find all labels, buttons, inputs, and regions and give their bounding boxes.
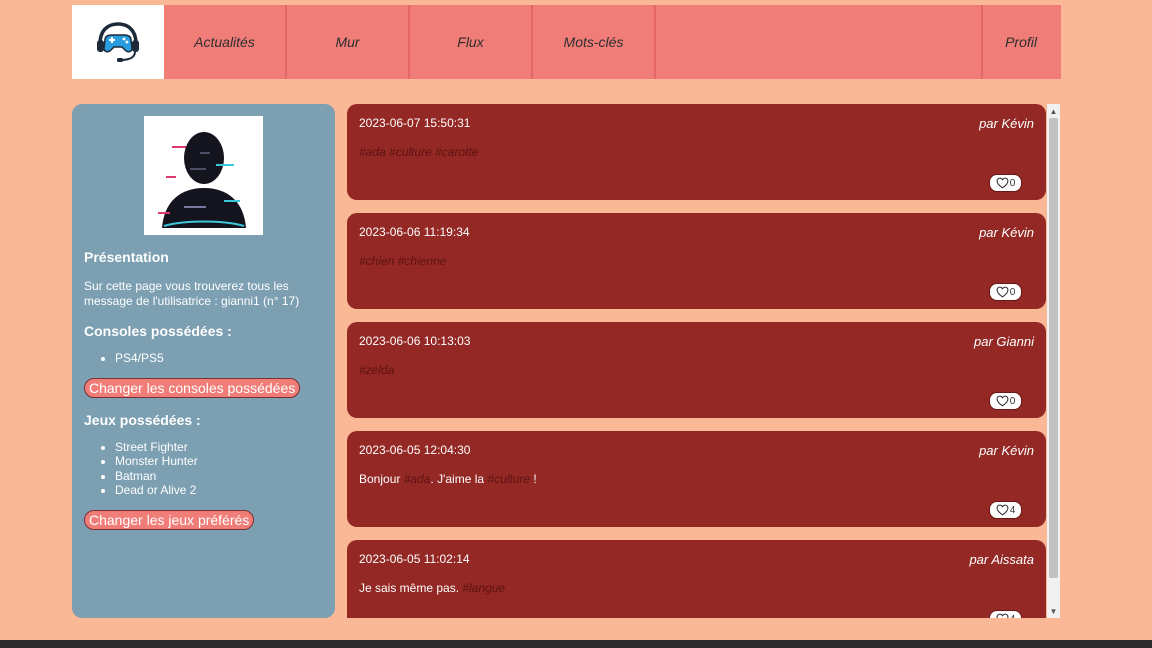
top-navigation-bar: Actualités Mur Flux Mots-clés Profil [72,5,1061,79]
hashtag-link[interactable]: #culture [389,145,432,159]
hashtag-link[interactable]: #culture [487,472,530,486]
hashtag-link[interactable]: #chien [359,254,394,268]
post-text: Je sais même pas. [359,581,463,595]
change-consoles-button[interactable]: Changer les consoles possédées [84,377,301,398]
post-text: Bonjour [359,472,404,486]
post-text: ! [530,472,537,486]
like-count: 0 [1009,177,1016,189]
nav-mur[interactable]: Mur [287,5,410,79]
post-author[interactable]: par Kévin [979,225,1034,240]
post-body: Bonjour #ada. J'aime la #culture ! [359,472,537,486]
nav-mots-cles[interactable]: Mots-clés [533,5,656,79]
hashtag-link[interactable]: #zelda [359,363,394,377]
like-button[interactable]: 0 [989,283,1022,301]
list-item: PS4/PS5 [115,351,323,366]
consoles-list: PS4/PS5 [84,351,323,366]
like-count: 4 [1009,504,1016,516]
user-avatar [144,116,263,235]
heart-icon [996,177,1009,189]
list-item: Monster Hunter [115,454,323,469]
nav-profil[interactable]: Profil [983,5,1061,79]
avatar-silhouette-image [158,132,246,228]
post-card: 2023-06-05 12:04:30 par Kévin Bonjour #a… [347,431,1046,527]
hashtag-link[interactable]: #carotte [435,145,478,159]
consoles-heading: Consoles possédées : [84,323,232,339]
heart-icon [996,613,1009,618]
post-date: 2023-06-07 15:50:31 [359,116,471,130]
nav-spacer [656,5,983,79]
list-item: Street Fighter [115,440,323,455]
post-date: 2023-06-06 11:19:34 [359,225,470,239]
post-author[interactable]: par Aissata [969,552,1034,567]
user-sidebar: Présentation Sur cette page vous trouver… [72,104,335,618]
like-button[interactable]: 4 [989,610,1022,618]
heart-icon [996,286,1009,298]
post-text: . J'aime la [430,472,488,486]
presentation-heading: Présentation [84,249,169,265]
scroll-up-arrow-icon[interactable]: ▲ [1047,104,1060,118]
change-games-button[interactable]: Changer les jeux préférés [84,509,255,530]
post-date: 2023-06-05 11:02:14 [359,552,470,566]
post-body: #chien #chienne [359,254,446,268]
heart-icon [996,504,1009,516]
list-item: Dead or Alive 2 [115,483,323,498]
post-card: 2023-06-05 11:02:14 par Aissata Je sais … [347,540,1046,618]
post-date: 2023-06-05 12:04:30 [359,443,471,457]
feed-scrollbar[interactable]: ▲ ▼ [1047,104,1060,618]
post-card: 2023-06-06 10:13:03 par Gianni #zelda 0 [347,322,1046,418]
post-author[interactable]: par Gianni [974,334,1034,349]
posts-feed: 2023-06-07 15:50:31 par Kévin #ada #cult… [347,104,1047,618]
post-author[interactable]: par Kévin [979,443,1034,458]
like-button[interactable]: 4 [989,501,1022,519]
games-heading: Jeux possédées : [84,411,201,428]
like-count: 0 [1009,286,1016,298]
hashtag-link[interactable]: #langue [462,581,505,595]
like-button[interactable]: 0 [989,174,1022,192]
like-button[interactable]: 0 [989,392,1022,410]
list-item: Batman [115,469,323,484]
post-body: #zelda [359,363,394,377]
post-author[interactable]: par Kévin [979,116,1034,131]
page-footer [0,640,1152,648]
post-card: 2023-06-07 15:50:31 par Kévin #ada #cult… [347,104,1046,200]
heart-icon [996,395,1009,407]
hashtag-link[interactable]: #ada [404,472,431,486]
post-body: Je sais même pas. #langue [359,581,505,595]
nav-flux[interactable]: Flux [410,5,533,79]
games-list: Street Fighter Monster Hunter Batman Dea… [84,440,323,498]
post-card: 2023-06-06 11:19:34 par Kévin #chien #ch… [347,213,1046,309]
hashtag-link[interactable]: #chienne [398,254,447,268]
scroll-down-arrow-icon[interactable]: ▼ [1047,604,1060,618]
gamepad-headset-icon [97,22,139,62]
nav-actualites[interactable]: Actualités [164,5,287,79]
like-count: 4 [1010,614,1016,619]
scrollbar-thumb[interactable] [1049,118,1058,578]
post-body: #ada #culture #carotte [359,145,478,159]
post-date: 2023-06-06 10:13:03 [359,334,471,348]
site-logo[interactable] [72,5,164,79]
presentation-text: Sur cette page vous trouverez tous les m… [84,279,300,308]
like-count: 0 [1009,395,1016,407]
hashtag-link[interactable]: #ada [359,145,386,159]
